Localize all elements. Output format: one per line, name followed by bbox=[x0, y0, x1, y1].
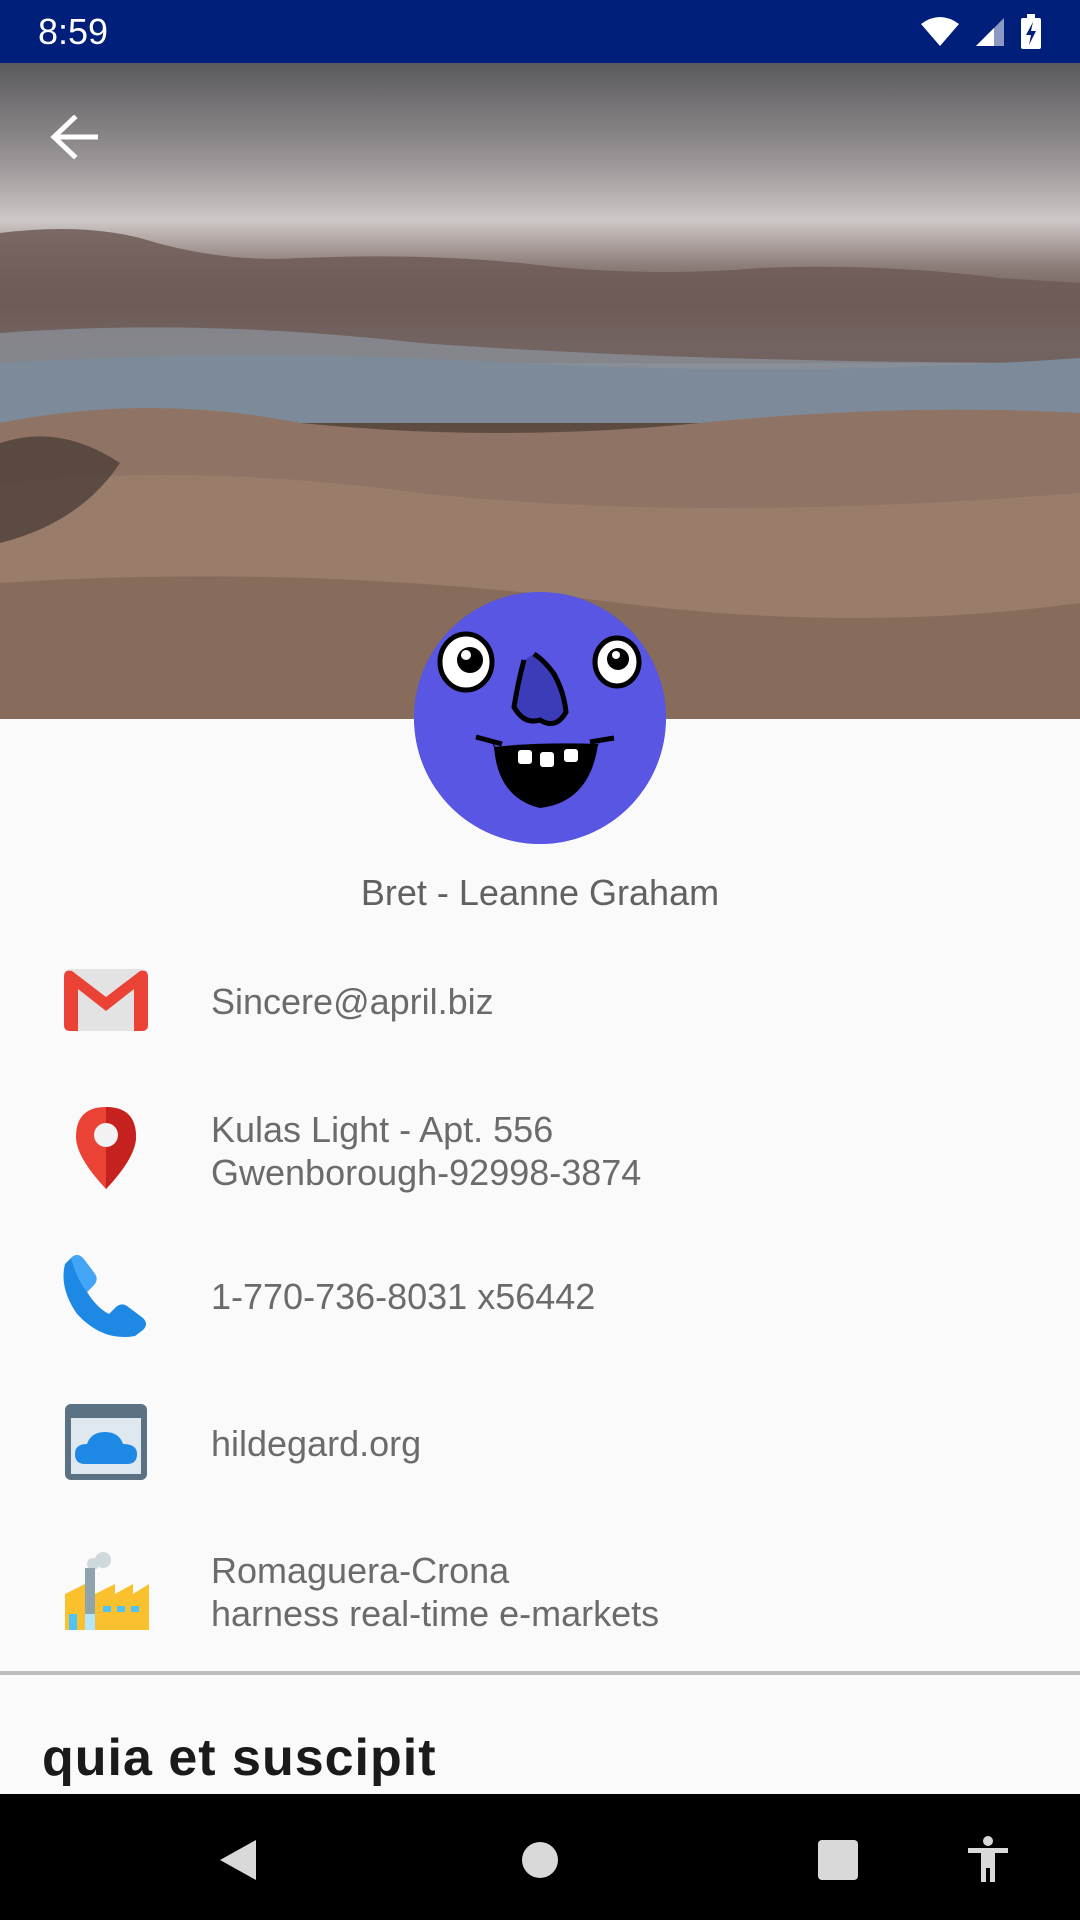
status-icons bbox=[920, 14, 1042, 50]
user-name: Bret - Leanne Graham bbox=[360, 872, 720, 913]
address-row[interactable]: Kulas Light - Apt. 556 Gwenborough-92998… bbox=[0, 1096, 1080, 1206]
nav-accessibility-button[interactable] bbox=[948, 1820, 1028, 1900]
navigation-bar bbox=[0, 1794, 1080, 1920]
cartoon-face-avatar bbox=[414, 592, 666, 844]
divider bbox=[0, 1671, 1080, 1675]
company-catchphrase-text: harness real-time e-markets bbox=[211, 1593, 660, 1634]
company-row: Romaguera-Crona harness real-time e-mark… bbox=[0, 1537, 1080, 1647]
arrow-back-icon bbox=[50, 115, 98, 159]
web-cloud-icon bbox=[58, 1394, 154, 1490]
address-line2-text: Gwenborough-92998-3874 bbox=[211, 1152, 642, 1193]
website-text: hildegard.org bbox=[211, 1423, 422, 1464]
status-time: 8:59 bbox=[38, 11, 109, 52]
back-button[interactable] bbox=[40, 103, 108, 171]
status-bar: 8:59 bbox=[0, 0, 1080, 63]
factory-icon bbox=[58, 1545, 154, 1641]
website-row[interactable]: hildegard.org bbox=[0, 1394, 1080, 1494]
accessibility-icon bbox=[968, 1836, 1008, 1882]
location-pin-icon bbox=[58, 1100, 154, 1196]
email-row[interactable]: Sincere@april.biz bbox=[0, 952, 1080, 1052]
nav-recents-button[interactable] bbox=[798, 1820, 878, 1900]
gmail-icon bbox=[58, 952, 154, 1048]
phone-text: 1-770-736-8031 x56442 bbox=[211, 1276, 596, 1317]
cell-signal-icon bbox=[976, 18, 1004, 46]
nav-back-button[interactable] bbox=[198, 1820, 278, 1900]
wifi-icon bbox=[921, 17, 959, 46]
nav-home-button[interactable] bbox=[500, 1820, 580, 1900]
address-line1-text: Kulas Light - Apt. 556 bbox=[211, 1109, 554, 1150]
phone-icon bbox=[58, 1247, 154, 1343]
company-name-text: Romaguera-Crona bbox=[211, 1550, 510, 1591]
back-triangle-icon bbox=[220, 1840, 256, 1880]
email-text: Sincere@april.biz bbox=[211, 981, 494, 1022]
section-title: quia et suscipit bbox=[42, 1729, 437, 1787]
battery-charging-icon bbox=[1021, 14, 1041, 49]
recents-square-icon bbox=[818, 1840, 858, 1880]
phone-row[interactable]: 1-770-736-8031 x56442 bbox=[0, 1247, 1080, 1347]
home-circle-icon bbox=[522, 1842, 558, 1878]
avatar bbox=[414, 592, 666, 844]
